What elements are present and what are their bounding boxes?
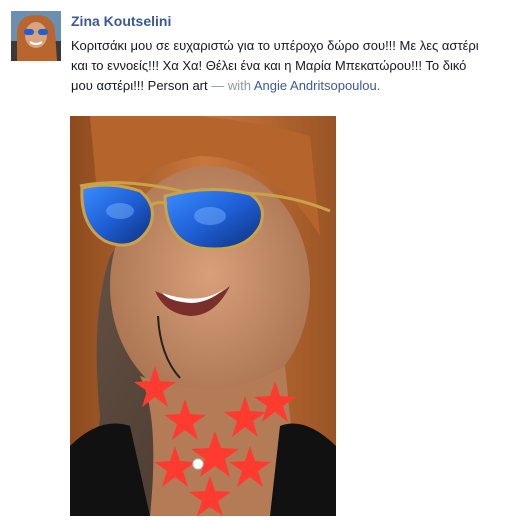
avatar-image	[11, 11, 61, 61]
post-photo[interactable]	[70, 116, 336, 516]
author-name-link[interactable]: Zina Koutselini	[71, 13, 171, 29]
tagged-person-link[interactable]: Angie Andritsopoulou	[254, 78, 377, 93]
with-separator: — with	[207, 78, 254, 93]
tag-end-period: .	[376, 78, 381, 93]
facebook-post: Zina Koutselini Κοριτσάκι μου σε ευχαρισ…	[0, 0, 506, 520]
post-message: Κοριτσάκι μου σε ευχαριστώ για το υπέροχ…	[71, 36, 486, 96]
author-avatar[interactable]	[11, 11, 61, 61]
selfie-photo-image	[70, 116, 336, 516]
